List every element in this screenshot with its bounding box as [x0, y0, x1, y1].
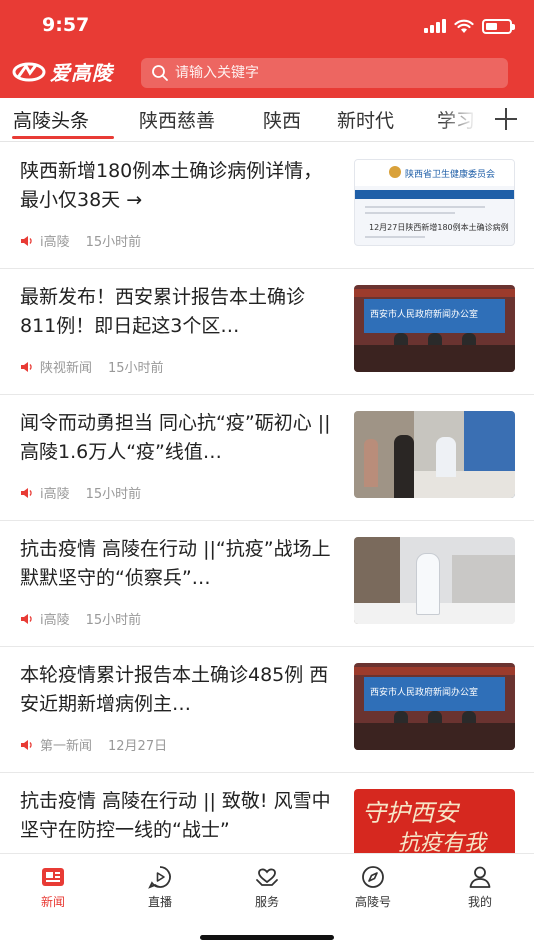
news-source: i高陵 — [40, 487, 70, 502]
profile-icon — [469, 866, 491, 888]
nav-profile[interactable]: 我的 — [440, 864, 520, 910]
app-logo: 爱高陵 — [12, 57, 113, 86]
news-time: 12月27日 — [108, 739, 168, 754]
news-time: 15小时前 — [85, 235, 142, 250]
emblem-icon — [389, 166, 401, 178]
app-screen: 9:57 爱高陵 请输入关键字 高陵头条 陕西慈善 陕西 新时代 陕西新增180… — [0, 0, 534, 950]
home-indicator[interactable] — [200, 935, 334, 940]
add-channel-button[interactable] — [492, 105, 520, 133]
search-box[interactable] — [141, 58, 508, 88]
news-thumbnail[interactable]: 西安市人民政府新闻办公室 — [354, 285, 515, 372]
speaker-icon[interactable] — [20, 235, 34, 247]
news-source: i高陵 — [40, 235, 70, 250]
service-icon — [256, 868, 278, 886]
nav-label: 服务 — [254, 895, 279, 909]
news-source: 第一新闻 — [40, 739, 93, 754]
news-meta: i高陵 15小时前 — [20, 609, 141, 628]
tab-shaanxi[interactable]: 陕西 — [263, 106, 301, 133]
signal-icon — [424, 19, 446, 33]
news-title[interactable]: 陕西新增180例本土确诊病例详情，最小仅38天 → — [20, 157, 338, 215]
news-title[interactable]: 本轮疫情累计报告本土确诊485例 西安近期新增病例主… — [20, 661, 338, 719]
news-time: 15小时前 — [108, 361, 164, 376]
news-title[interactable]: 抗击疫情 高陵在行动 ||“抗疫”战场上默默坚守的“侦察兵”… — [20, 535, 338, 593]
thumb-board-text: 西安市人民政府新闻办公室 — [370, 310, 479, 320]
nav-label: 直播 — [147, 895, 172, 909]
news-time: 15小时前 — [85, 487, 142, 502]
speaker-icon[interactable] — [20, 487, 34, 499]
battery-icon — [482, 18, 515, 34]
status-bar: 9:57 — [0, 0, 534, 52]
thumb-board-text: 西安市人民政府新闻办公室 — [370, 688, 479, 698]
tab-shaanxi-charity[interactable]: 陕西慈善 — [139, 106, 215, 133]
speaker-icon[interactable] — [20, 739, 34, 751]
news-thumbnail[interactable]: 陕西省卫生健康委员会 12月27日陕西新增180例本土确诊病例 — [354, 159, 515, 246]
nav-label: 我的 — [467, 895, 492, 909]
news-source: i高陵 — [40, 613, 70, 628]
news-icon — [42, 868, 64, 886]
category-tabs: 高陵头条 陕西慈善 陕西 新时代 学习 — [0, 98, 534, 142]
logo-row: 爱高陵 — [0, 56, 534, 90]
search-icon — [152, 65, 168, 81]
speaker-icon[interactable] — [20, 613, 34, 625]
status-time: 9:57 — [42, 14, 90, 36]
compass-icon — [362, 866, 384, 888]
news-item[interactable]: 闻令而动勇担当 同心抗“疫”砺初心 || 高陵1.6万人“疫”线值… i高陵 1… — [0, 395, 534, 521]
tab-new-era[interactable]: 新时代 — [337, 106, 394, 133]
news-meta: i高陵 15小时前 — [20, 231, 141, 250]
nav-label: 高陵号 — [354, 895, 391, 909]
search-input[interactable] — [175, 65, 475, 81]
news-time: 15小时前 — [85, 613, 142, 628]
news-meta: 陕视新闻 15小时前 — [20, 357, 164, 376]
live-icon — [148, 866, 171, 889]
nav-label: 新闻 — [40, 895, 65, 909]
logo-text: 爱高陵 — [50, 61, 113, 85]
tab-gaoling-headlines[interactable]: 高陵头条 — [13, 106, 89, 133]
speaker-icon[interactable] — [20, 361, 34, 373]
active-tab-indicator — [12, 136, 114, 139]
news-meta: i高陵 15小时前 — [20, 483, 141, 502]
nav-service[interactable]: 服务 — [227, 864, 307, 910]
news-item[interactable]: 抗击疫情 高陵在行动 ||“抗疫”战场上默默坚守的“侦察兵”… i高陵 15小时… — [0, 521, 534, 647]
news-title[interactable]: 最新发布！西安累计报告本土确诊811例！即日起这3个区… — [20, 283, 338, 341]
thumb-caption: 12月27日陕西新增180例本土确诊病例 — [369, 223, 509, 232]
nav-news[interactable]: 新闻 — [13, 864, 93, 910]
news-title[interactable]: 闻令而动勇担当 同心抗“疫”砺初心 || 高陵1.6万人“疫”线值… — [20, 409, 338, 467]
poster-text: 守护西安 — [362, 799, 458, 827]
wifi-icon — [454, 19, 474, 34]
header: 9:57 爱高陵 请输入关键字 — [0, 0, 534, 98]
thumb-header-text: 陕西省卫生健康委员会 — [405, 170, 496, 180]
news-item[interactable]: 陕西新增180例本土确诊病例详情，最小仅38天 → i高陵 15小时前 陕西省卫… — [0, 143, 534, 269]
logo-mark-icon — [12, 62, 46, 81]
nav-live[interactable]: 直播 — [120, 864, 200, 910]
news-item[interactable]: 本轮疫情累计报告本土确诊485例 西安近期新增病例主… 第一新闻 12月27日 … — [0, 647, 534, 773]
tabs-fade — [440, 98, 492, 141]
news-thumbnail[interactable] — [354, 411, 515, 498]
nav-gaoling-account[interactable]: 高陵号 — [333, 864, 413, 910]
news-thumbnail[interactable] — [354, 537, 515, 624]
news-title[interactable]: 抗击疫情 高陵在行动 || 致敬! 风雪中坚守在防控一线的“战士” — [20, 787, 338, 845]
news-meta: 第一新闻 12月27日 — [20, 735, 167, 754]
status-icons — [424, 16, 515, 36]
news-item[interactable]: 最新发布！西安累计报告本土确诊811例！即日起这3个区… 陕视新闻 15小时前 … — [0, 269, 534, 395]
news-thumbnail[interactable]: 西安市人民政府新闻办公室 — [354, 663, 515, 750]
news-source: 陕视新闻 — [40, 361, 93, 376]
